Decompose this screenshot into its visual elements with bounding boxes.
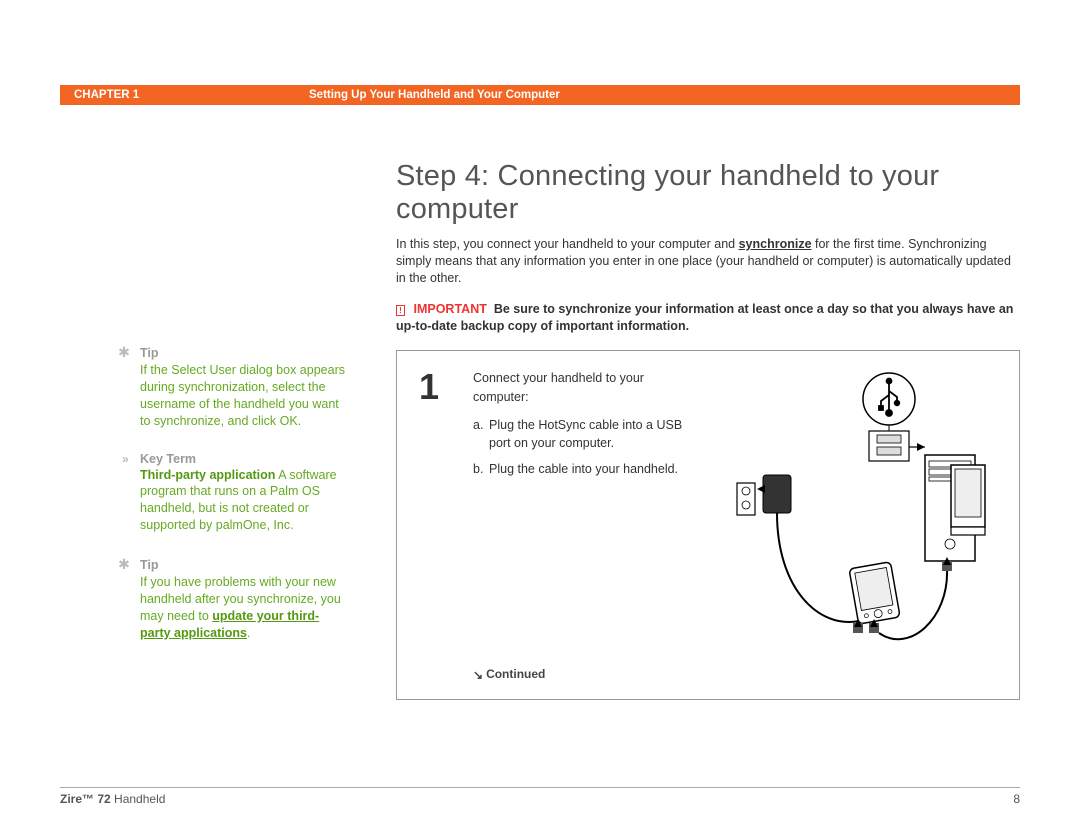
step-instructions: Connect your handheld to your computer: … [473,369,693,659]
key-term-term: Third-party application [140,468,275,482]
page-number: 8 [1013,792,1020,806]
asterisk-icon: ✱ [116,556,132,573]
synchronize-link[interactable]: synchronize [739,237,812,251]
continued-label: Continued [486,667,545,681]
intro-pre: In this step, you connect your handheld … [396,237,739,251]
page-footer: Zire™ 72 Handheld 8 [60,787,1020,806]
tip-label-2: Tip [140,558,159,572]
important-label: IMPORTANT [413,302,486,316]
substep-a-text: Plug the HotSync cable into a USB port o… [489,416,693,452]
chapter-number: CHAPTER 1 [74,89,309,101]
continued-indicator: ↘Continued [473,667,999,681]
important-icon: ! [396,305,407,316]
tip-2-body: If you have problems with your new handh… [140,574,346,642]
intro-paragraph: In this step, you connect your handheld … [396,236,1020,287]
instruction-box: 1 Connect your handheld to your computer… [396,350,1020,700]
important-callout: ! IMPORTANT Be sure to synchronize your … [396,301,1020,335]
connection-illustration [719,369,999,659]
key-term-note: » Key Term Third-party application A sof… [116,452,346,535]
substep-b-label: b. [473,460,489,478]
substep-a-label: a. [473,416,489,452]
tip-1-body: If the Select User dialog box appears du… [140,362,346,430]
chapter-header-bar: CHAPTER 1 Setting Up Your Handheld and Y… [60,85,1020,105]
substep-b-text: Plug the cable into your handheld. [489,460,678,478]
sidebar-notes: ✱ Tip If the Select User dialog box appe… [116,344,346,664]
chevrons-icon: » [116,452,132,466]
main-content: Step 4: Connecting your handheld to your… [396,160,1020,700]
important-text: Be sure to synchronize your information … [396,302,1013,333]
tip-2-post: . [247,626,250,640]
product-name: Zire™ 72 Handheld [60,792,165,806]
tip-note-1: ✱ Tip If the Select User dialog box appe… [116,344,346,430]
step-number: 1 [419,369,447,659]
tip-label: Tip [140,346,159,360]
asterisk-icon: ✱ [116,344,132,361]
key-term-body: Third-party application A software progr… [140,467,346,535]
key-term-label: Key Term [140,452,196,466]
section-title: Setting Up Your Handheld and Your Comput… [309,89,560,101]
substep-b: b. Plug the cable into your handheld. [473,460,693,478]
step-intro-line: Connect your handheld to your computer: [473,369,693,405]
tip-note-2: ✱ Tip If you have problems with your new… [116,556,346,642]
substep-a: a. Plug the HotSync cable into a USB por… [473,416,693,452]
continued-arrow-icon: ↘ [473,668,483,682]
page-title: Step 4: Connecting your handheld to your… [396,160,1020,226]
